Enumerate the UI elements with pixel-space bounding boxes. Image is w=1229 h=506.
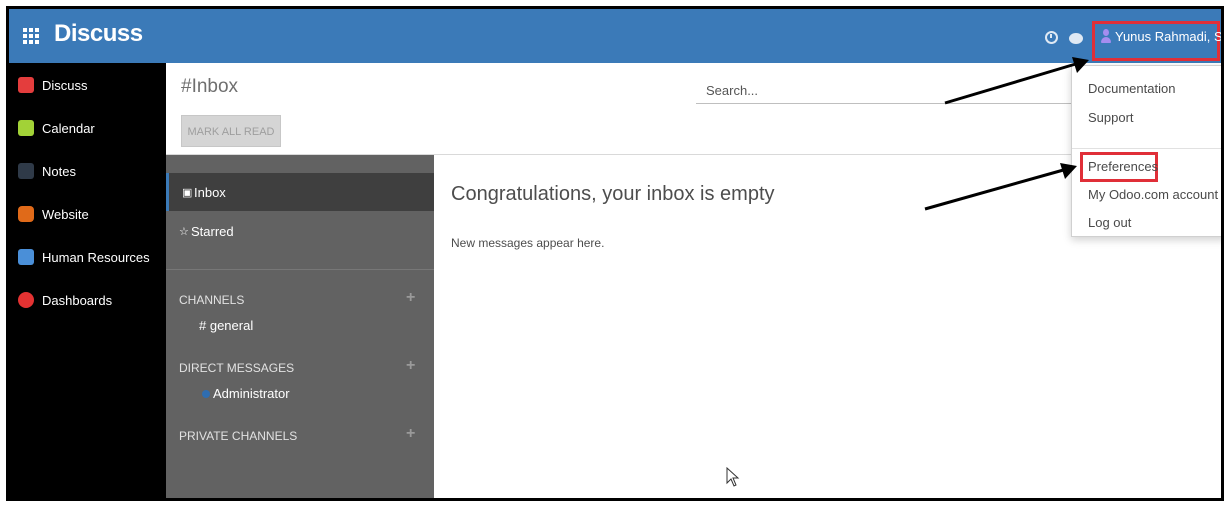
empty-inbox-subtitle: New messages appear here.	[451, 236, 605, 250]
speech-bubble-icon	[18, 77, 34, 93]
channels-heading[interactable]: CHANNELS	[179, 293, 244, 307]
menu-item-human-resources[interactable]: Human Resources	[9, 241, 166, 275]
apps-grid-icon[interactable]	[23, 28, 39, 44]
menu-item-preferences[interactable]: Preferences	[1088, 159, 1158, 174]
direct-messages-heading[interactable]: DIRECT MESSAGES	[179, 361, 294, 375]
menu-label: Calendar	[42, 121, 95, 136]
app-window: Discuss Yunus Rahmadi, ST Discuss Calend…	[6, 6, 1224, 501]
menu-item-calendar[interactable]: Calendar	[9, 112, 166, 146]
gauge-icon	[18, 292, 34, 308]
discuss-sidebar: ▣ Inbox ☆ Starred CHANNELS + # general D…	[166, 155, 434, 498]
dm-label: Administrator	[213, 386, 290, 401]
menu-item-discuss[interactable]: Discuss	[9, 69, 166, 103]
messages-icon[interactable]	[1069, 33, 1083, 44]
user-menu-toggle[interactable]: Yunus Rahmadi, ST	[1115, 29, 1221, 44]
app-menu: Discuss Calendar Notes Website Human Res…	[9, 63, 166, 498]
notes-icon	[18, 163, 34, 179]
people-icon	[18, 249, 34, 265]
calendar-icon	[18, 120, 34, 136]
channel-general[interactable]: # general	[199, 318, 253, 333]
menu-label: Website	[42, 207, 89, 222]
add-channel-plus-icon[interactable]: +	[406, 289, 415, 307]
annotation-arrow-icon	[924, 163, 1077, 211]
app-title: Discuss	[54, 20, 143, 47]
menu-item-dashboards[interactable]: Dashboards	[9, 284, 166, 318]
inbox-icon: ▣	[182, 187, 193, 199]
mark-all-read-button[interactable]: MARK ALL READ	[181, 115, 281, 147]
mouse-pointer-icon	[726, 467, 740, 487]
star-icon: ☆	[179, 226, 189, 238]
menu-item-notes[interactable]: Notes	[9, 155, 166, 189]
activity-clock-icon[interactable]	[1045, 31, 1058, 44]
menu-label: Dashboards	[42, 293, 113, 308]
sidebar-item-inbox[interactable]: ▣ Inbox	[166, 173, 434, 211]
sidebar-item-label: Inbox	[194, 185, 226, 200]
page-title: #Inbox	[181, 76, 239, 97]
sidebar-item-label: Starred	[191, 224, 234, 239]
user-avatar-icon[interactable]	[1101, 29, 1111, 44]
menu-label: Discuss	[42, 78, 88, 93]
add-direct-message-plus-icon[interactable]: +	[406, 357, 415, 375]
add-private-channel-plus-icon[interactable]: +	[406, 425, 415, 443]
menu-item-documentation[interactable]: Documentation	[1088, 81, 1175, 96]
menu-item-website[interactable]: Website	[9, 198, 166, 232]
menu-item-logout[interactable]: Log out	[1088, 215, 1131, 230]
private-channels-heading[interactable]: PRIVATE CHANNELS	[179, 429, 297, 443]
dropdown-divider	[1072, 148, 1221, 149]
empty-inbox-title: Congratulations, your inbox is empty	[451, 183, 775, 205]
menu-item-support[interactable]: Support	[1088, 110, 1134, 125]
sidebar-item-starred[interactable]: ☆ Starred	[166, 212, 434, 250]
menu-label: Human Resources	[42, 250, 150, 265]
annotation-arrow-icon	[944, 57, 1089, 105]
menu-label: Notes	[42, 164, 76, 179]
globe-icon	[18, 206, 34, 222]
online-status-icon	[202, 390, 210, 398]
sidebar-divider	[166, 269, 434, 270]
menu-item-odoo-account[interactable]: My Odoo.com account	[1088, 187, 1218, 202]
dm-administrator[interactable]: Administrator	[202, 386, 290, 401]
